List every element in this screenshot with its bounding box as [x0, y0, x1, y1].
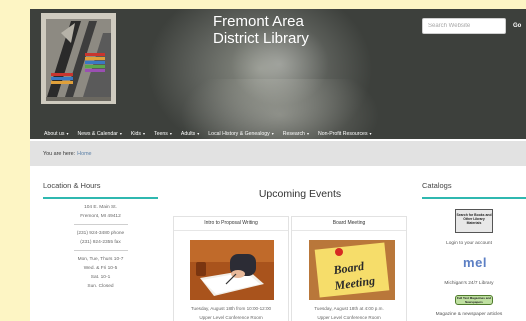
- hours-line: Wed. & Fri 10-5: [83, 266, 118, 271]
- nav-item-label: Teens: [154, 131, 168, 137]
- page: Fremont Area District Library Go About u…: [30, 9, 526, 321]
- nav-item-label: Local History & Genealogy: [208, 131, 270, 137]
- event-title[interactable]: Board Meeting: [292, 220, 406, 226]
- nav-item-kids[interactable]: Kids ▾: [131, 131, 145, 137]
- event-date: Tuesday, August 18th at 4:00 p.m.: [314, 306, 384, 311]
- location-hours-panel: 104 E. Main St. Fremont, MI 49412 (231) …: [43, 203, 158, 291]
- event-image-board-meeting[interactable]: Board Meeting: [309, 240, 395, 300]
- nav-item-label: Non-Profit Resources: [317, 131, 368, 137]
- nav-item-local-history[interactable]: Local History & Genealogy ▾: [208, 131, 273, 137]
- nav-item-news-calendar[interactable]: News & Calendar ▾: [78, 131, 122, 137]
- main-nav: About us ▾ News & Calendar ▾ Kids ▾ Teens ▾ …: [30, 127, 526, 139]
- event-room: Upper Level Conference Room: [199, 315, 263, 320]
- event-image-proposal-writing[interactable]: [190, 240, 274, 300]
- event-room: Upper Level Conference Room: [317, 315, 381, 320]
- chevron-down-icon: ▾: [66, 131, 69, 136]
- catalogs-heading-underline: [422, 197, 526, 199]
- chevron-down-icon: ▾: [306, 131, 309, 136]
- site-title[interactable]: Fremont Area District Library: [213, 13, 309, 47]
- search-go-button[interactable]: Go: [511, 18, 523, 34]
- nav-item-label: News & Calendar: [77, 131, 118, 137]
- event-title[interactable]: Intro to Proposal Writing: [174, 220, 288, 226]
- hours-line: Sat. 10-1: [90, 275, 111, 280]
- breadcrumb-home-link[interactable]: Home: [77, 151, 91, 157]
- chevron-down-icon: ▾: [169, 131, 172, 136]
- search-books-button[interactable]: Search for Books and Other Library Mater…: [455, 209, 493, 233]
- nav-item-adults[interactable]: Adults ▾: [181, 131, 199, 137]
- nav-item-label: Kids: [130, 131, 141, 137]
- divider: [73, 250, 128, 251]
- library-logo[interactable]: [41, 13, 116, 104]
- nav-item-label: Research: [282, 131, 305, 137]
- nav-item-label: Adults: [180, 131, 196, 137]
- chevron-down-icon: ▾: [271, 131, 274, 136]
- nav-item-research[interactable]: Research ▾: [283, 131, 309, 137]
- fax-number: (231) 924-2355 fax: [80, 240, 121, 245]
- chevron-down-icon: ▾: [197, 131, 200, 136]
- event-photo: Board Meeting: [309, 240, 395, 300]
- breadcrumb: You are here: Home: [30, 141, 526, 166]
- chevron-down-icon: ▾: [142, 131, 145, 136]
- header-banner: Fremont Area District Library Go About u…: [30, 9, 526, 139]
- search-books-label: Search for Books and Other Library Mater…: [456, 213, 492, 225]
- library-logo-art: [41, 13, 116, 104]
- site-title-line2: District Library: [213, 30, 309, 47]
- nav-item-non-profit[interactable]: Non-Profit Resources ▾: [318, 131, 372, 137]
- divider: [174, 230, 288, 231]
- catalogs-heading: Catalogs: [422, 181, 452, 190]
- hours-line: Sun. Closed: [87, 284, 114, 289]
- search-input[interactable]: [422, 18, 506, 34]
- fulltext-magazines-button[interactable]: Full Text Magazines and Newspapers: [455, 295, 493, 305]
- location-heading-underline: [43, 197, 158, 199]
- mel-logo-text: mel: [463, 255, 487, 270]
- hours-line: Mon, Tue, Thurs 10-7: [77, 257, 124, 262]
- mel-library-link[interactable]: Michigan's 24/7 Library: [412, 280, 526, 288]
- events-heading: Upcoming Events: [258, 188, 342, 200]
- mel-logo[interactable]: mel: [457, 255, 493, 271]
- site-title-line1: Fremont Area: [213, 13, 304, 30]
- phone-number: (231) 924-3480 phone: [76, 231, 125, 236]
- breadcrumb-prefix: You are here:: [43, 150, 76, 157]
- login-account-link[interactable]: Login to your account: [412, 240, 526, 248]
- divider: [292, 230, 406, 231]
- divider: [73, 224, 128, 225]
- fulltext-magazines-label: Full Text Magazines and Newspapers: [456, 296, 492, 304]
- address-line1: 104 E. Main St.: [84, 205, 117, 210]
- location-heading: Location & Hours: [43, 181, 101, 190]
- event-date: Tuesday, August 18th from 10:00-12:00: [190, 306, 272, 311]
- nav-item-about-us[interactable]: About us ▾: [44, 131, 69, 137]
- magazine-articles-link[interactable]: Magazine & newspaper articles: [412, 311, 526, 319]
- chevron-down-icon: ▾: [119, 131, 122, 136]
- event-photo: [190, 240, 274, 300]
- nav-item-label: About us: [44, 131, 65, 137]
- event-card[interactable]: Intro to Proposal Writing Tuesday, Augus…: [173, 216, 289, 321]
- chevron-down-icon: ▾: [369, 131, 372, 136]
- address-line2: Fremont, MI 49412: [80, 214, 121, 219]
- nav-item-teens[interactable]: Teens ▾: [154, 131, 172, 137]
- event-card[interactable]: Board Meeting Board Meeting Tuesday, Aug…: [291, 216, 407, 321]
